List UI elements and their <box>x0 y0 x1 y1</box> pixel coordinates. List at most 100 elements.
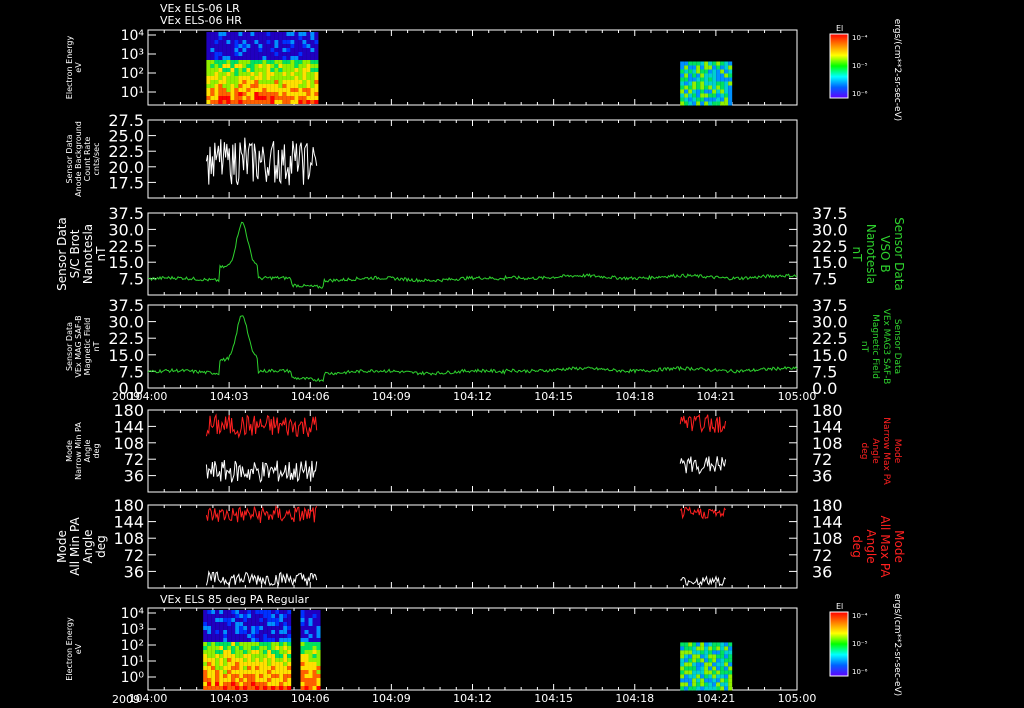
heatmap-cell-p7 <box>227 646 232 650</box>
heatmap-cell-p7 <box>304 674 309 678</box>
heatmap-cell-p1 <box>258 44 263 48</box>
heatmap-cell-p7 <box>247 650 252 654</box>
heatmap-cell-p1 <box>278 68 283 72</box>
heatmap-cell-p7 <box>300 630 305 634</box>
heatmap-cell-p7 <box>308 650 313 654</box>
heatmap-cell-p1 <box>222 72 227 76</box>
series-line-p5 <box>205 460 318 484</box>
heatmap-cell-p1 <box>250 36 255 40</box>
heatmap-cell-p1 <box>716 97 721 102</box>
heatmap-cell-p1 <box>214 60 219 64</box>
series-line-p4 <box>147 315 798 383</box>
heatmap-cell-p1 <box>242 92 247 96</box>
heatmap-cell-p7 <box>243 670 248 674</box>
heatmap-cell-p7 <box>308 662 313 666</box>
heatmap-cell-p1 <box>226 36 231 40</box>
heatmap-cell-p7 <box>316 610 321 614</box>
heatmap-cell-p7 <box>300 658 305 662</box>
heatmap-cell-p1 <box>270 32 275 36</box>
heatmap-cell-p1 <box>210 92 215 96</box>
heatmap-cell-p7 <box>231 654 236 658</box>
heatmap-cell-p7 <box>680 678 685 683</box>
heatmap-cell-p7 <box>279 642 284 646</box>
heatmap-cell-p1 <box>302 60 307 64</box>
heatmap-cell-p1 <box>286 32 291 36</box>
heatmap-cell-p1 <box>230 52 235 56</box>
heatmap-cell-p7 <box>684 662 689 667</box>
ylabel-p6: deg <box>94 535 108 558</box>
heatmap-cell-p7 <box>271 638 276 642</box>
heatmap-cell-p7 <box>283 646 288 650</box>
heatmap-cell-p7 <box>304 610 309 614</box>
rlabel-p5: Narrow Max PA <box>881 417 891 485</box>
heatmap-cell-p1 <box>270 36 275 40</box>
heatmap-cell-p1 <box>274 84 279 88</box>
heatmap-cell-p7 <box>700 654 705 659</box>
panel-frame-p3 <box>147 212 798 296</box>
heatmap-cell-p7 <box>207 622 212 626</box>
heatmap-cell-p1 <box>708 69 713 74</box>
heatmap-cell-p7 <box>283 630 288 634</box>
heatmap-cell-p1 <box>310 52 315 56</box>
heatmap-cell-p7 <box>203 634 208 638</box>
heatmap-cell-p1 <box>234 56 239 60</box>
heatmap-cell-p7 <box>279 674 284 678</box>
heatmap-cell-p1 <box>290 64 295 68</box>
heatmap-cell-p7 <box>316 646 321 650</box>
heatmap-cell-p1 <box>218 100 223 104</box>
heatmap-cell-p7 <box>275 654 280 658</box>
heatmap-cell-p1 <box>246 32 251 36</box>
heatmap-cell-p7 <box>203 646 208 650</box>
heatmap-cell-p1 <box>724 97 729 102</box>
heatmap-cell-p1 <box>282 76 287 80</box>
heatmap-cell-p7 <box>227 682 232 686</box>
heatmap-cell-p1 <box>302 76 307 80</box>
heatmap-cell-p7 <box>720 646 725 651</box>
heatmap-cell-p7 <box>708 682 713 687</box>
heatmap-cell-p1 <box>294 92 299 96</box>
heatmap-cell-p7 <box>700 650 705 655</box>
heatmap-cell-p7 <box>720 682 725 687</box>
heatmap-cell-p1 <box>310 60 315 64</box>
heatmap-cell-p1 <box>306 36 311 40</box>
heatmap-cell-p7 <box>243 654 248 658</box>
heatmap-cell-p1 <box>290 40 295 44</box>
heatmap-cell-p1 <box>306 32 311 36</box>
heatmap-cell-p1 <box>230 48 235 52</box>
heatmap-cell-p7 <box>211 678 216 682</box>
heatmap-cell-p7 <box>227 630 232 634</box>
heatmap-cell-p7 <box>684 670 689 675</box>
heatmap-cell-p1 <box>274 60 279 64</box>
heatmap-cell-p7 <box>708 658 713 663</box>
heatmap-cell-p1 <box>716 73 721 78</box>
heatmap-cell-p1 <box>306 44 311 48</box>
heatmap-cell-p7 <box>279 610 284 614</box>
heatmap-cell-p1 <box>290 44 295 48</box>
heatmap-cell-p7 <box>211 614 216 618</box>
heatmap-cell-p7 <box>251 618 256 622</box>
heatmap-cell-p7 <box>263 614 268 618</box>
heatmap-cell-p1 <box>266 48 271 52</box>
heatmap-cell-p1 <box>206 84 211 88</box>
heatmap-cell-p1 <box>254 48 259 52</box>
heatmap-cell-p1 <box>266 76 271 80</box>
heatmap-cell-p7 <box>263 682 268 686</box>
heatmap-cell-p7 <box>239 610 244 614</box>
heatmap-cell-p1 <box>728 77 733 82</box>
heatmap-cell-p1 <box>680 93 685 98</box>
heatmap-cell-p7 <box>279 626 284 630</box>
heatmap-cell-p7 <box>231 670 236 674</box>
heatmap-cell-p7 <box>283 674 288 678</box>
heatmap-cell-p7 <box>308 666 313 670</box>
heatmap-cell-p1 <box>286 84 291 88</box>
heatmap-cell-p1 <box>274 88 279 92</box>
heatmap-cell-p1 <box>700 93 705 98</box>
heatmap-cell-p7 <box>304 658 309 662</box>
heatmap-cell-p7 <box>704 682 709 687</box>
heatmap-cell-p1 <box>262 36 267 40</box>
heatmap-cell-p7 <box>223 686 228 690</box>
heatmap-cell-p7 <box>275 658 280 662</box>
heatmap-cell-p7 <box>235 670 240 674</box>
ytick-label-right-p3: 22.5 <box>812 237 848 256</box>
ytick-label-right-p5: 108 <box>812 434 843 453</box>
